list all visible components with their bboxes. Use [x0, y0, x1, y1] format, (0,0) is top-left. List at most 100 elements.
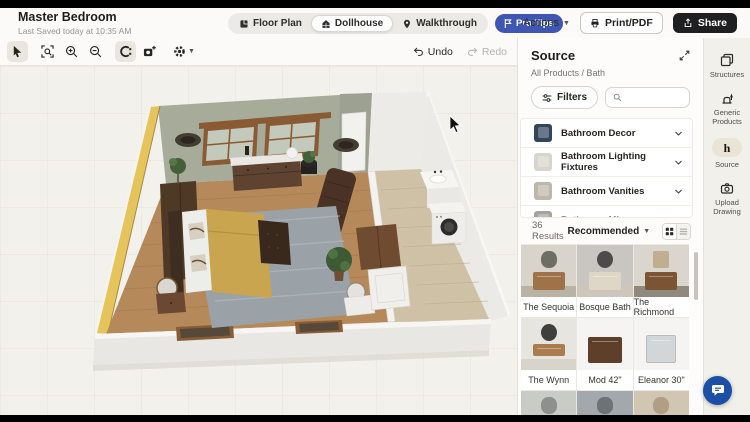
- print-pdf-button[interactable]: Print/PDF: [579, 12, 663, 34]
- category-thumbnail: [534, 182, 552, 200]
- product-image: [577, 391, 633, 415]
- product-card-partial[interactable]: [633, 391, 689, 415]
- settings-tool-button[interactable]: ▼: [169, 41, 199, 62]
- rail-label: Generic Products: [712, 108, 742, 126]
- tab-label: Walkthrough: [416, 18, 477, 29]
- source-h-logo-icon: h: [723, 140, 731, 155]
- product-card-the-richmond[interactable]: The Richmond: [633, 245, 689, 317]
- expand-panel-icon[interactable]: [679, 50, 690, 61]
- category-label: Bathroom Vanities: [561, 185, 645, 197]
- header-actions: Actions ▼ Print/PDF Share: [523, 12, 737, 34]
- search-box: [605, 87, 690, 108]
- product-card-the-wynn[interactable]: The Wynn: [521, 318, 577, 390]
- redo-button[interactable]: Redo: [467, 46, 507, 58]
- source-panel-header: Source: [518, 38, 703, 65]
- printer-icon: [591, 19, 599, 28]
- chat-icon: [711, 385, 724, 396]
- canvas-toolbar: ▼ Undo Redo: [0, 38, 517, 66]
- mouse-cursor: [449, 115, 461, 134]
- tab-label: Dollhouse: [334, 18, 384, 29]
- rail-label: Upload Drawing: [713, 198, 741, 216]
- grid-view-button[interactable]: [663, 223, 677, 239]
- breadcrumb: All Products / Bath: [531, 68, 606, 78]
- category-bathroom-mirrors[interactable]: Bathroom Mirrors: [521, 206, 692, 217]
- sort-dropdown[interactable]: Recommended ▼: [568, 226, 651, 237]
- select-tool-button[interactable]: [7, 41, 28, 62]
- category-thumbnail: [534, 124, 552, 142]
- product-image: [633, 318, 689, 370]
- category-label: Bathroom Decor: [561, 127, 636, 139]
- upload-drawing-icon: [720, 183, 734, 194]
- search-input[interactable]: [627, 92, 682, 103]
- share-label: Share: [697, 17, 727, 29]
- actions-menu-button[interactable]: Actions ▼: [523, 17, 570, 29]
- generic-products-icon: [722, 93, 733, 104]
- product-name: Eleanor 30": [637, 375, 685, 385]
- rail-item-upload-drawing[interactable]: Upload Drawing: [704, 181, 750, 216]
- product-card-the-sequoia[interactable]: The Sequoia: [521, 245, 577, 317]
- chevron-down-icon: [675, 131, 682, 136]
- results-bar: 36 Results Recommended ▼: [518, 218, 703, 244]
- zoom-selection-tool-button[interactable]: [37, 41, 58, 62]
- product-card-partial[interactable]: [577, 391, 633, 415]
- floor-plan-icon: [240, 19, 248, 28]
- cursor-icon: [13, 45, 22, 58]
- last-saved-status: Last Saved today at 10:35 AM: [18, 26, 132, 36]
- zoom-to-selection-icon: [41, 45, 54, 58]
- tab-label: Floor Plan: [253, 18, 302, 29]
- zoom-out-tool-button[interactable]: [85, 41, 106, 62]
- app-window: Master Bedroom Last Saved today at 10:35…: [0, 8, 750, 415]
- rail-item-source[interactable]: h Source: [704, 138, 750, 169]
- product-image: [521, 245, 577, 297]
- category-thumbnail: [534, 211, 552, 217]
- flag-icon: [504, 19, 512, 28]
- undo-button[interactable]: Undo: [413, 46, 453, 58]
- product-image: [577, 318, 633, 370]
- product-name: The Sequoia: [523, 302, 575, 312]
- share-button[interactable]: Share: [672, 13, 737, 33]
- category-bathroom-vanities[interactable]: Bathroom Vanities: [521, 177, 692, 206]
- filters-button[interactable]: Filters: [531, 86, 599, 109]
- product-image: [577, 245, 633, 297]
- redo-label: Redo: [481, 45, 507, 58]
- right-rail: Structures Generic Products h Source Upl…: [703, 38, 750, 415]
- product-image: [633, 245, 689, 297]
- tab-dollhouse[interactable]: Dollhouse: [310, 15, 394, 32]
- dollhouse-3d-view: [93, 90, 510, 371]
- list-view-button[interactable]: [676, 223, 690, 239]
- category-thumbnail: [534, 153, 552, 171]
- tab-floor-plan[interactable]: Floor Plan: [230, 15, 311, 32]
- zoom-in-tool-button[interactable]: [61, 41, 82, 62]
- snapshot-tool-button[interactable]: [139, 41, 160, 62]
- filter-search-row: Filters: [518, 78, 703, 118]
- filters-label: Filters: [557, 92, 588, 103]
- product-image: [521, 318, 577, 370]
- rail-item-generic-products[interactable]: Generic Products: [704, 91, 750, 126]
- tab-walkthrough[interactable]: Walkthrough: [393, 15, 486, 32]
- product-image: [633, 391, 689, 415]
- product-card-eleanor-30[interactable]: Eleanor 30": [633, 318, 689, 390]
- dollhouse-3d-canvas[interactable]: [0, 66, 517, 415]
- view-switcher: Floor Plan Dollhouse Walkthrough Pro Tip…: [228, 13, 563, 34]
- product-card-mod-42[interactable]: Mod 42": [577, 318, 633, 390]
- chevron-down-icon: [675, 189, 682, 194]
- filters-icon: [542, 93, 552, 102]
- zoom-in-icon: [66, 46, 78, 58]
- product-card-bosque-bath[interactable]: Bosque Bath: [577, 245, 633, 317]
- source-panel-title: Source: [531, 48, 576, 63]
- product-image: [521, 391, 577, 415]
- rail-item-structures[interactable]: Structures: [704, 53, 750, 79]
- results-count: 36 Results: [532, 220, 564, 242]
- structures-icon: [720, 53, 734, 67]
- search-icon: [613, 93, 622, 102]
- gear-icon: [174, 46, 185, 57]
- category-bathroom-lighting[interactable]: Bathroom Lighting Fixtures: [521, 148, 692, 177]
- chat-support-button[interactable]: [703, 376, 732, 405]
- product-card-partial[interactable]: [521, 391, 577, 415]
- rail-label: Structures: [709, 70, 745, 79]
- panel-scrollbar[interactable]: [694, 252, 698, 300]
- category-label: Bathroom Lighting Fixtures: [561, 151, 646, 173]
- orbit-camera-tool-button[interactable]: [115, 41, 136, 62]
- walkthrough-icon: [404, 19, 411, 28]
- category-bathroom-decor[interactable]: Bathroom Decor: [521, 119, 692, 148]
